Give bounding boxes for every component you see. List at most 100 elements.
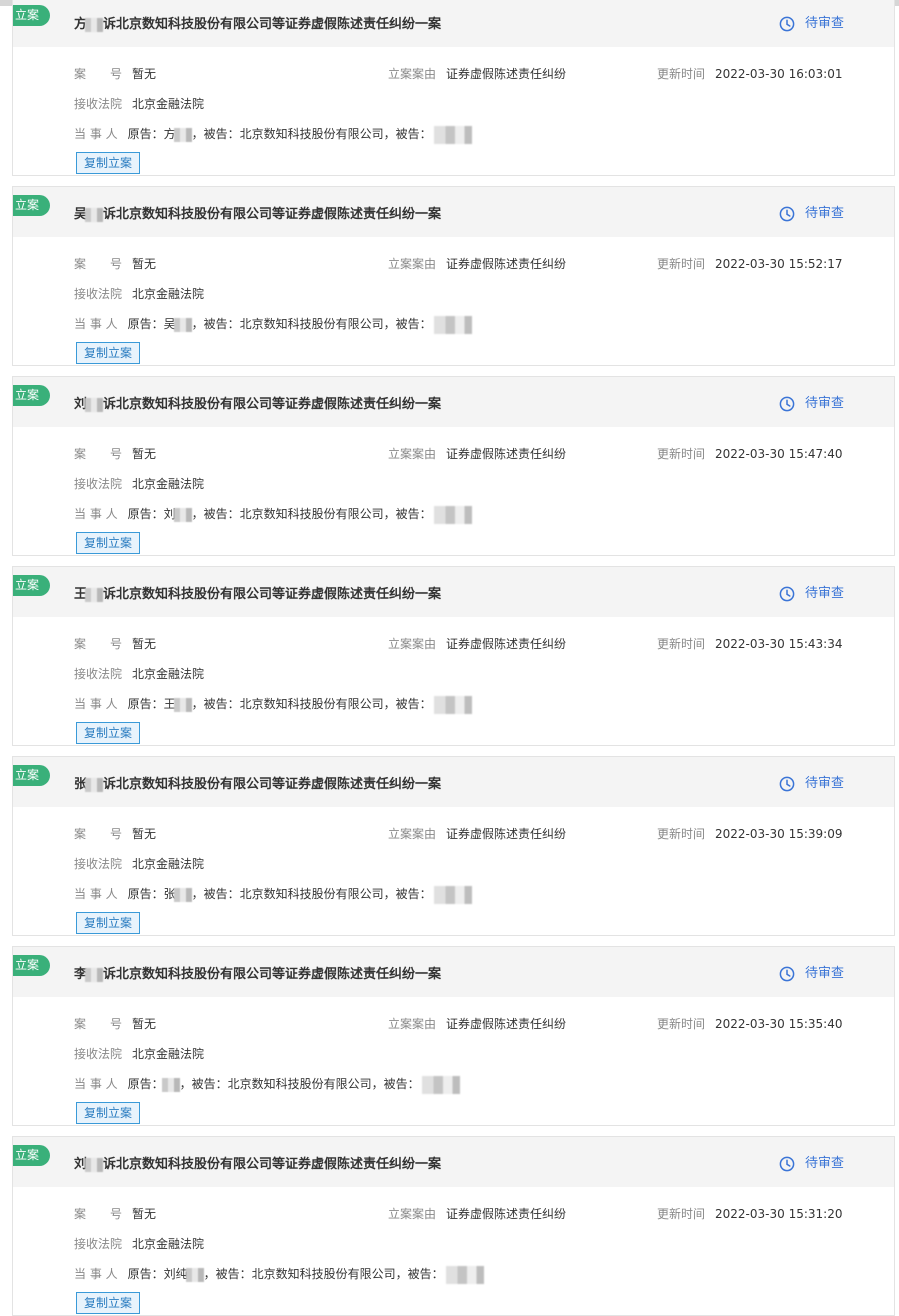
updated-label: 更新时间	[657, 447, 706, 461]
parties-middle: ，被告：北京数知科技股份有限公司，被告：	[179, 1077, 420, 1091]
court-value: 北京金融法院	[132, 1047, 205, 1061]
copy-case-button[interactable]: 复制立案	[76, 1102, 140, 1124]
copy-case-button[interactable]: 复制立案	[76, 912, 140, 934]
updated-value: 2022-03-30 15:47:40	[715, 447, 843, 461]
clock-icon	[779, 586, 795, 601]
case-number-label: 案 号	[74, 1207, 123, 1221]
clock-icon	[779, 776, 795, 791]
parties-label: 当 事 人	[74, 317, 118, 331]
cause-field: 立案案由 证券虚假陈述责任纠纷	[388, 445, 566, 462]
status-label: 待审查	[804, 586, 844, 601]
court-label: 接收法院	[74, 857, 123, 871]
case-card: 立案 张诉北京数知科技股份有限公司等证券虚假陈述责任纠纷一案 待审查 案 号暂无…	[12, 756, 895, 936]
cause-field: 立案案由 证券虚假陈述责任纠纷	[388, 825, 566, 842]
case-card: 立案 刘诉北京数知科技股份有限公司等证券虚假陈述责任纠纷一案 待审查 案 号暂无…	[12, 376, 895, 556]
court-value: 北京金融法院	[132, 667, 205, 681]
cause-value: 证券虚假陈述责任纠纷	[446, 637, 567, 651]
case-header: 立案 王诉北京数知科技股份有限公司等证券虚假陈述责任纠纷一案 待审查	[13, 567, 894, 617]
status-label: 待审查	[804, 16, 844, 31]
court-field: 接收法院 北京金融法院	[74, 1235, 204, 1252]
case-title-rest: 诉北京数知科技股份有限公司等证券虚假陈述责任纠纷一案	[103, 777, 442, 792]
parties-value: 原告： ，被告：北京数知科技股份有限公司，被告：	[128, 1075, 460, 1094]
case-title-rest: 诉北京数知科技股份有限公司等证券虚假陈述责任纠纷一案	[103, 207, 442, 222]
parties-value: 原告：王 ，被告：北京数知科技股份有限公司，被告：	[128, 695, 472, 714]
cause-label: 立案案由	[388, 257, 437, 271]
parties-value: 原告：张 ，被告：北京数知科技股份有限公司，被告：	[128, 885, 472, 904]
cause-label: 立案案由	[388, 447, 437, 461]
status-label: 待审查	[804, 206, 844, 221]
redacted-mosaic	[161, 1077, 180, 1092]
case-type-tag: 立案	[13, 765, 50, 786]
parties-middle: ，被告：北京数知科技股份有限公司，被告：	[191, 697, 432, 711]
cause-label: 立案案由	[388, 1207, 437, 1221]
case-number-value: 暂无	[132, 827, 157, 841]
updated-field: 更新时间 2022-03-30 15:35:40	[657, 1015, 842, 1032]
copy-case-button[interactable]: 复制立案	[76, 1292, 140, 1314]
case-card: 立案 刘诉北京数知科技股份有限公司等证券虚假陈述责任纠纷一案 待审查 案 号暂无…	[12, 1136, 895, 1316]
status-badge: 待审查	[779, 12, 844, 32]
parties-value: 原告：刘纯 ，被告：北京数知科技股份有限公司，被告：	[128, 1265, 484, 1284]
updated-label: 更新时间	[657, 827, 706, 841]
updated-value: 2022-03-30 15:35:40	[715, 1017, 843, 1031]
parties-field: 当 事 人原告：王 ，被告：北京数知科技股份有限公司，被告：	[74, 695, 472, 714]
case-card: 立案 方诉北京数知科技股份有限公司等证券虚假陈述责任纠纷一案 待审查 案 号暂无…	[12, 0, 895, 176]
redacted-mosaic	[433, 885, 472, 904]
case-number-field: 案 号暂无	[74, 825, 156, 842]
copy-case-button[interactable]: 复制立案	[76, 152, 140, 174]
parties-value: 原告：刘 ，被告：北京数知科技股份有限公司，被告：	[128, 505, 472, 524]
case-type-tag: 立案	[13, 955, 50, 976]
updated-value: 2022-03-30 16:03:01	[715, 67, 843, 81]
cause-field: 立案案由 证券虚假陈述责任纠纷	[388, 635, 566, 652]
updated-field: 更新时间 2022-03-30 15:31:20	[657, 1205, 842, 1222]
cause-field: 立案案由 证券虚假陈述责任纠纷	[388, 65, 566, 82]
copy-case-button[interactable]: 复制立案	[76, 342, 140, 364]
redacted-mosaic	[85, 1157, 104, 1172]
clock-icon	[779, 966, 795, 981]
parties-label: 当 事 人	[74, 507, 118, 521]
case-title[interactable]: 吴诉北京数知科技股份有限公司等证券虚假陈述责任纠纷一案	[74, 203, 441, 222]
parties-label: 当 事 人	[74, 1267, 118, 1281]
redacted-mosaic	[173, 317, 192, 332]
court-value: 北京金融法院	[132, 97, 205, 111]
cause-label: 立案案由	[388, 637, 437, 651]
clock-icon	[779, 206, 795, 221]
copy-case-button[interactable]: 复制立案	[76, 722, 140, 744]
copy-case-button[interactable]: 复制立案	[76, 532, 140, 554]
case-title[interactable]: 张诉北京数知科技股份有限公司等证券虚假陈述责任纠纷一案	[74, 773, 441, 792]
cause-value: 证券虚假陈述责任纠纷	[446, 447, 567, 461]
case-title[interactable]: 刘诉北京数知科技股份有限公司等证券虚假陈述责任纠纷一案	[74, 1153, 441, 1172]
cause-field: 立案案由 证券虚假陈述责任纠纷	[388, 1015, 566, 1032]
redacted-mosaic	[173, 697, 192, 712]
case-title[interactable]: 方诉北京数知科技股份有限公司等证券虚假陈述责任纠纷一案	[74, 13, 441, 32]
court-field: 接收法院 北京金融法院	[74, 95, 204, 112]
court-label: 接收法院	[74, 1047, 123, 1061]
updated-field: 更新时间 2022-03-30 15:52:17	[657, 255, 842, 272]
case-title[interactable]: 李诉北京数知科技股份有限公司等证券虚假陈述责任纠纷一案	[74, 963, 441, 982]
case-number-field: 案 号暂无	[74, 255, 156, 272]
case-number-label: 案 号	[74, 67, 123, 81]
parties-middle: ，被告：北京数知科技股份有限公司，被告：	[191, 507, 432, 521]
case-title[interactable]: 刘诉北京数知科技股份有限公司等证券虚假陈述责任纠纷一案	[74, 393, 441, 412]
cause-value: 证券虚假陈述责任纠纷	[446, 1207, 567, 1221]
status-label: 待审查	[804, 966, 844, 981]
clock-icon	[779, 396, 795, 411]
case-title[interactable]: 王诉北京数知科技股份有限公司等证券虚假陈述责任纠纷一案	[74, 583, 441, 602]
court-field: 接收法院 北京金融法院	[74, 475, 204, 492]
parties-label: 当 事 人	[74, 887, 118, 901]
case-type-tag: 立案	[13, 195, 50, 216]
parties-middle: ，被告：北京数知科技股份有限公司，被告：	[191, 317, 432, 331]
case-header: 立案 李诉北京数知科技股份有限公司等证券虚假陈述责任纠纷一案 待审查	[13, 947, 894, 997]
updated-field: 更新时间 2022-03-30 16:03:01	[657, 65, 842, 82]
redacted-mosaic	[185, 1267, 204, 1282]
case-number-value: 暂无	[132, 67, 157, 81]
case-title-rest: 诉北京数知科技股份有限公司等证券虚假陈述责任纠纷一案	[103, 587, 442, 602]
case-header: 立案 刘诉北京数知科技股份有限公司等证券虚假陈述责任纠纷一案 待审查	[13, 1137, 894, 1187]
case-number-value: 暂无	[132, 637, 157, 651]
case-type-tag: 立案	[13, 385, 50, 406]
updated-value: 2022-03-30 15:43:34	[715, 637, 843, 651]
court-field: 接收法院 北京金融法院	[74, 855, 204, 872]
parties-middle: ，被告：北京数知科技股份有限公司，被告：	[203, 1267, 444, 1281]
redacted-mosaic	[85, 207, 104, 222]
case-type-tag: 立案	[13, 5, 50, 26]
redacted-mosaic	[85, 967, 104, 982]
